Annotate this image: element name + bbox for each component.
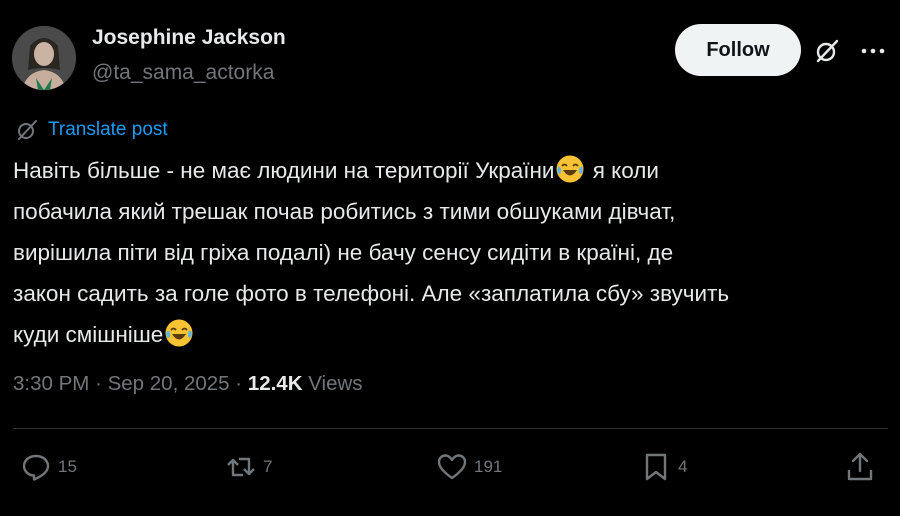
share-button[interactable] [844, 451, 876, 483]
repost-count: 7 [263, 457, 273, 476]
bookmark-icon [645, 453, 667, 481]
meta-separator: · [95, 372, 102, 395]
heart-icon [437, 454, 467, 480]
repost-button[interactable]: 7 [225, 451, 272, 483]
post-line: куди смішніше [13, 314, 893, 355]
post-time[interactable]: 3:30 PM [13, 372, 89, 395]
avatar-image [12, 26, 76, 90]
more-dots-icon[interactable] [858, 36, 888, 66]
post-line: побачила який трешак почав робитись з ти… [13, 199, 676, 224]
bookmark-button[interactable]: 4 [640, 451, 687, 483]
laughing-tears-emoji-icon [556, 155, 584, 183]
reply-icon [22, 454, 50, 481]
post-line: Навіть більше - не має людини на територ… [13, 150, 893, 191]
avatar[interactable] [12, 26, 76, 90]
grok-icon[interactable] [812, 36, 842, 66]
post-line: вирішила піти від гріха подалі) не бачу … [13, 240, 674, 265]
reply-button[interactable]: 15 [20, 451, 77, 483]
follow-button[interactable]: Follow [675, 24, 801, 76]
post-line: закон садить за голе фото в телефоні. Ал… [13, 281, 730, 306]
like-button[interactable]: 191 [436, 451, 502, 483]
translate-post[interactable]: Translate post [14, 117, 168, 143]
post-meta: 3:30 PM · Sep 20, 2025 · 12.4K Views [13, 372, 363, 396]
translate-grok-icon [18, 120, 37, 140]
translate-post-label: Translate post [48, 119, 168, 140]
post-text: Навіть більше - не має людини на територ… [13, 150, 893, 355]
views-label: Views [308, 372, 363, 395]
reply-count: 15 [58, 457, 77, 476]
repost-icon [227, 457, 255, 477]
share-icon [847, 452, 873, 481]
author-name[interactable]: Josephine Jackson [92, 26, 286, 50]
views-count: 12.4K [247, 372, 303, 395]
author-handle[interactable]: @ta_sama_actorka [92, 61, 274, 85]
like-count: 191 [474, 457, 503, 476]
post-line-text: Навіть більше - не має людини на територ… [13, 158, 555, 183]
bookmark-count: 4 [678, 457, 688, 476]
laughing-tears-emoji-icon [165, 319, 193, 347]
divider [13, 428, 888, 429]
post-date[interactable]: Sep 20, 2025 [108, 372, 230, 395]
post-line-text: куди смішніше [13, 322, 164, 347]
post-line-text-tail: я коли [586, 158, 659, 183]
meta-separator: · [235, 372, 243, 395]
